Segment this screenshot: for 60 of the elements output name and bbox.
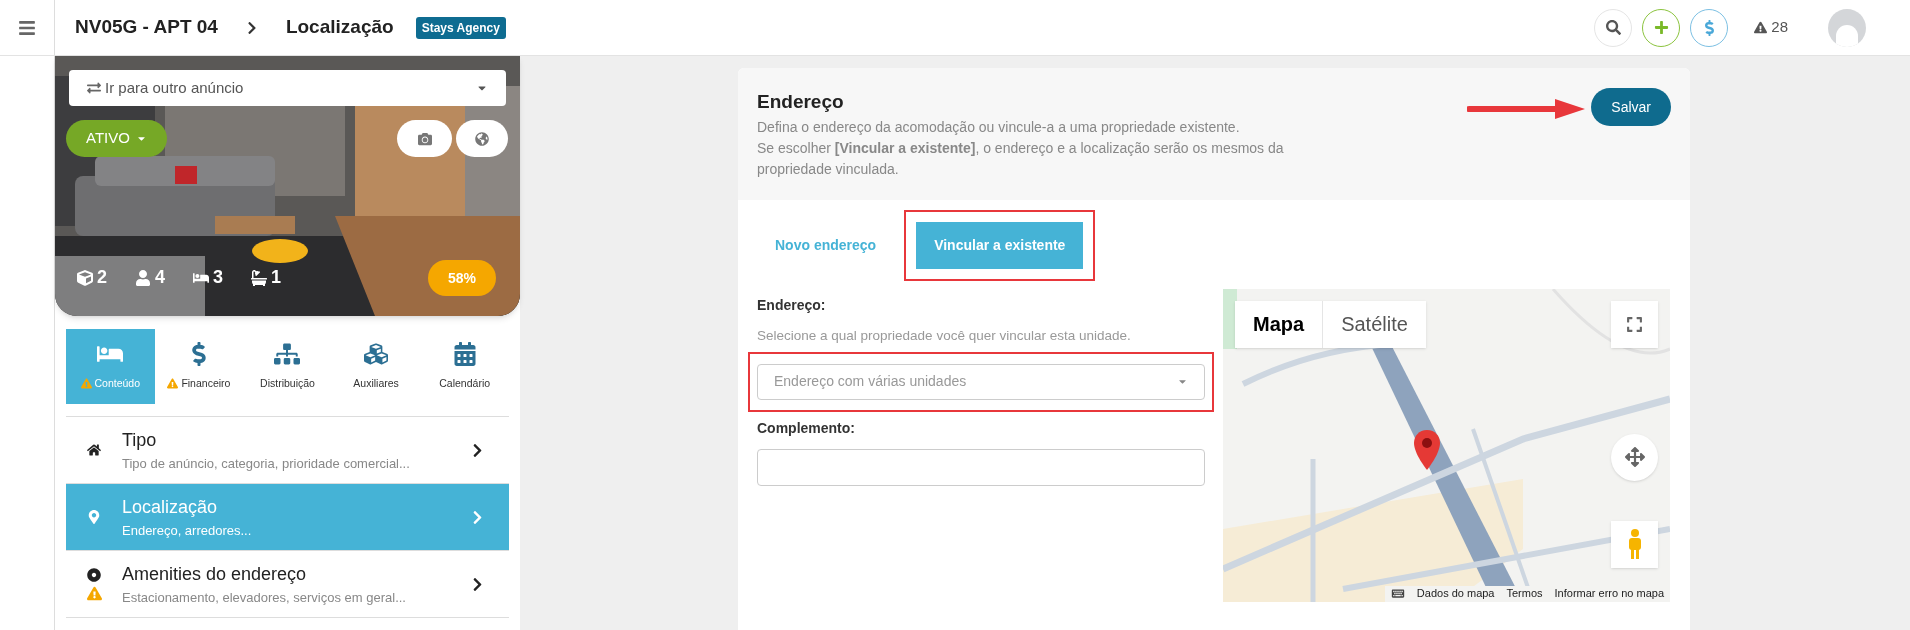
- keyboard-icon: [1390, 588, 1405, 599]
- menu-item-title: Localização: [122, 495, 219, 519]
- listing-switcher[interactable]: Ir para outro anúncio: [69, 70, 506, 106]
- chevron-icon: [471, 509, 484, 525]
- menu-item-title: Tipo: [122, 428, 158, 452]
- menu-icon: [18, 18, 36, 37]
- page-title: NV05G - APT 04: [75, 15, 218, 40]
- section-tab[interactable]: Calendário: [420, 329, 509, 404]
- pan-icon: [1624, 447, 1645, 467]
- stat-count: 1: [271, 266, 282, 289]
- menu-item-subtitle: Endereço, arredores...: [122, 521, 253, 540]
- alerts-button[interactable]: 28: [1754, 16, 1788, 39]
- stat-count: 4: [155, 266, 166, 289]
- cube-icon: [77, 269, 93, 286]
- map-type-tab[interactable]: Satélite: [1322, 300, 1426, 348]
- stat-count: 3: [213, 266, 224, 289]
- map[interactable]: Mapa Satélite Dados do mapa Termos Informar erro no mapa: [1223, 288, 1670, 602]
- menu-item-subtitle: Tipo de anúncio, categoria, prioridade comercial...: [122, 454, 411, 473]
- map-pin-icon: [1413, 428, 1441, 471]
- save-button[interactable]: Salvar: [1591, 88, 1671, 126]
- menu-item-title: Amenities do endereço: [122, 562, 308, 586]
- description-text: Se escolher [Vincular a existente], o endereço e a localização serão os mesmos da propriedade vinculada.: [757, 138, 1285, 179]
- chevron-icon: [471, 442, 484, 458]
- chevron-icon: [245, 20, 258, 35]
- map-link[interactable]: Informar erro no mapa: [1554, 585, 1664, 602]
- completion-badge: 58%: [428, 260, 496, 296]
- menu-item-subtitle: Estacionamento, elevadores, serviços em geral...: [122, 588, 407, 607]
- swap-icon: [87, 81, 101, 95]
- breadcrumb-text: Localização: [285, 15, 394, 40]
- section-tab[interactable]: Distribuição: [243, 329, 332, 404]
- map-link[interactable]: Termos: [1506, 585, 1543, 602]
- field-hint: Selecione a qual propriedade você quer vincular esta unidade.: [757, 326, 1132, 345]
- field-label: Endereço:: [757, 295, 827, 315]
- chevron-icon: [471, 576, 484, 592]
- complement-field[interactable]: [757, 448, 1205, 486]
- search-icon: [1605, 20, 1621, 35]
- map-link[interactable]: Dados do mapa: [1416, 585, 1495, 602]
- warning-icon: [1754, 21, 1768, 34]
- fullscreen-button[interactable]: [1611, 300, 1658, 348]
- bathtub-icon: [251, 269, 268, 286]
- house-icon: [87, 443, 101, 457]
- fullscreen-icon: [1626, 315, 1643, 333]
- agency-badge: Stays Agency: [415, 16, 506, 39]
- pegman-icon: [1626, 528, 1643, 560]
- description-text: Defina o endereço da acomodação ou vincule-a a uma propriedade existente.: [757, 117, 1241, 137]
- map-type-tab[interactable]: Mapa: [1235, 300, 1323, 348]
- boxes-icon: [363, 341, 390, 366]
- camera-icon: [417, 131, 432, 146]
- hierarchy-icon: [274, 341, 301, 366]
- plus-icon: [1653, 20, 1669, 35]
- section-tab[interactable]: Auxiliares: [331, 329, 421, 404]
- person-icon: [135, 269, 151, 286]
- section-tab[interactable]: Financeiro: [154, 329, 244, 404]
- stat-count: 2: [97, 266, 107, 289]
- field-label: Complemento:: [757, 418, 856, 438]
- target-icon: [87, 567, 101, 582]
- map-pin-icon: [87, 510, 101, 524]
- globe-icon: [475, 131, 489, 146]
- section-title: Endereço: [757, 90, 845, 114]
- menu-item[interactable]: Amenities do endereço Estacionamento, elevadores, serviços em geral...: [66, 551, 509, 618]
